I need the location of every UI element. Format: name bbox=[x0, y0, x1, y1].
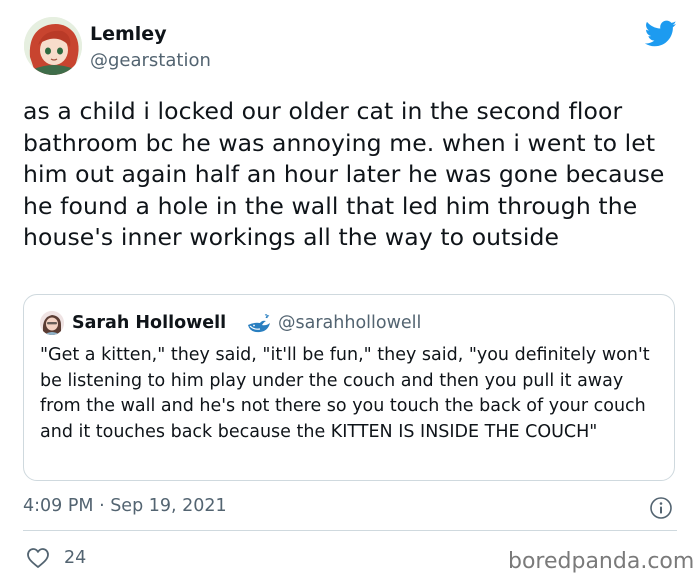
quoted-avatar-illustration bbox=[40, 311, 64, 335]
author-name[interactable]: Lemley bbox=[90, 22, 211, 46]
quoted-tweet[interactable]: Sarah Hollowell @sarahhollowell "Get a k… bbox=[23, 294, 675, 481]
quoted-author-avatar[interactable] bbox=[40, 311, 64, 335]
avatar-illustration bbox=[24, 17, 82, 75]
twitter-bird-icon[interactable] bbox=[645, 20, 677, 48]
quoted-author-handle[interactable]: @sarahhollowell bbox=[278, 312, 421, 334]
author-handle[interactable]: @gearstation bbox=[90, 49, 211, 73]
quoted-author-name[interactable]: Sarah Hollowell bbox=[72, 312, 226, 334]
divider bbox=[23, 530, 677, 531]
watermark: boredpanda.com bbox=[508, 549, 695, 574]
author-block: Lemley @gearstation bbox=[90, 22, 211, 73]
whale-icon bbox=[248, 314, 270, 333]
quoted-tweet-text: "Get a kitten," they said, "it'll be fun… bbox=[40, 345, 650, 442]
like-count: 24 bbox=[64, 548, 87, 568]
tweet-timestamp[interactable]: 4:09 PM · Sep 19, 2021 bbox=[23, 495, 227, 517]
info-icon[interactable] bbox=[649, 496, 673, 520]
heart-icon[interactable] bbox=[26, 547, 50, 569]
tweet-text: as a child i locked our older cat in the… bbox=[23, 97, 665, 251]
author-avatar[interactable] bbox=[24, 17, 82, 75]
